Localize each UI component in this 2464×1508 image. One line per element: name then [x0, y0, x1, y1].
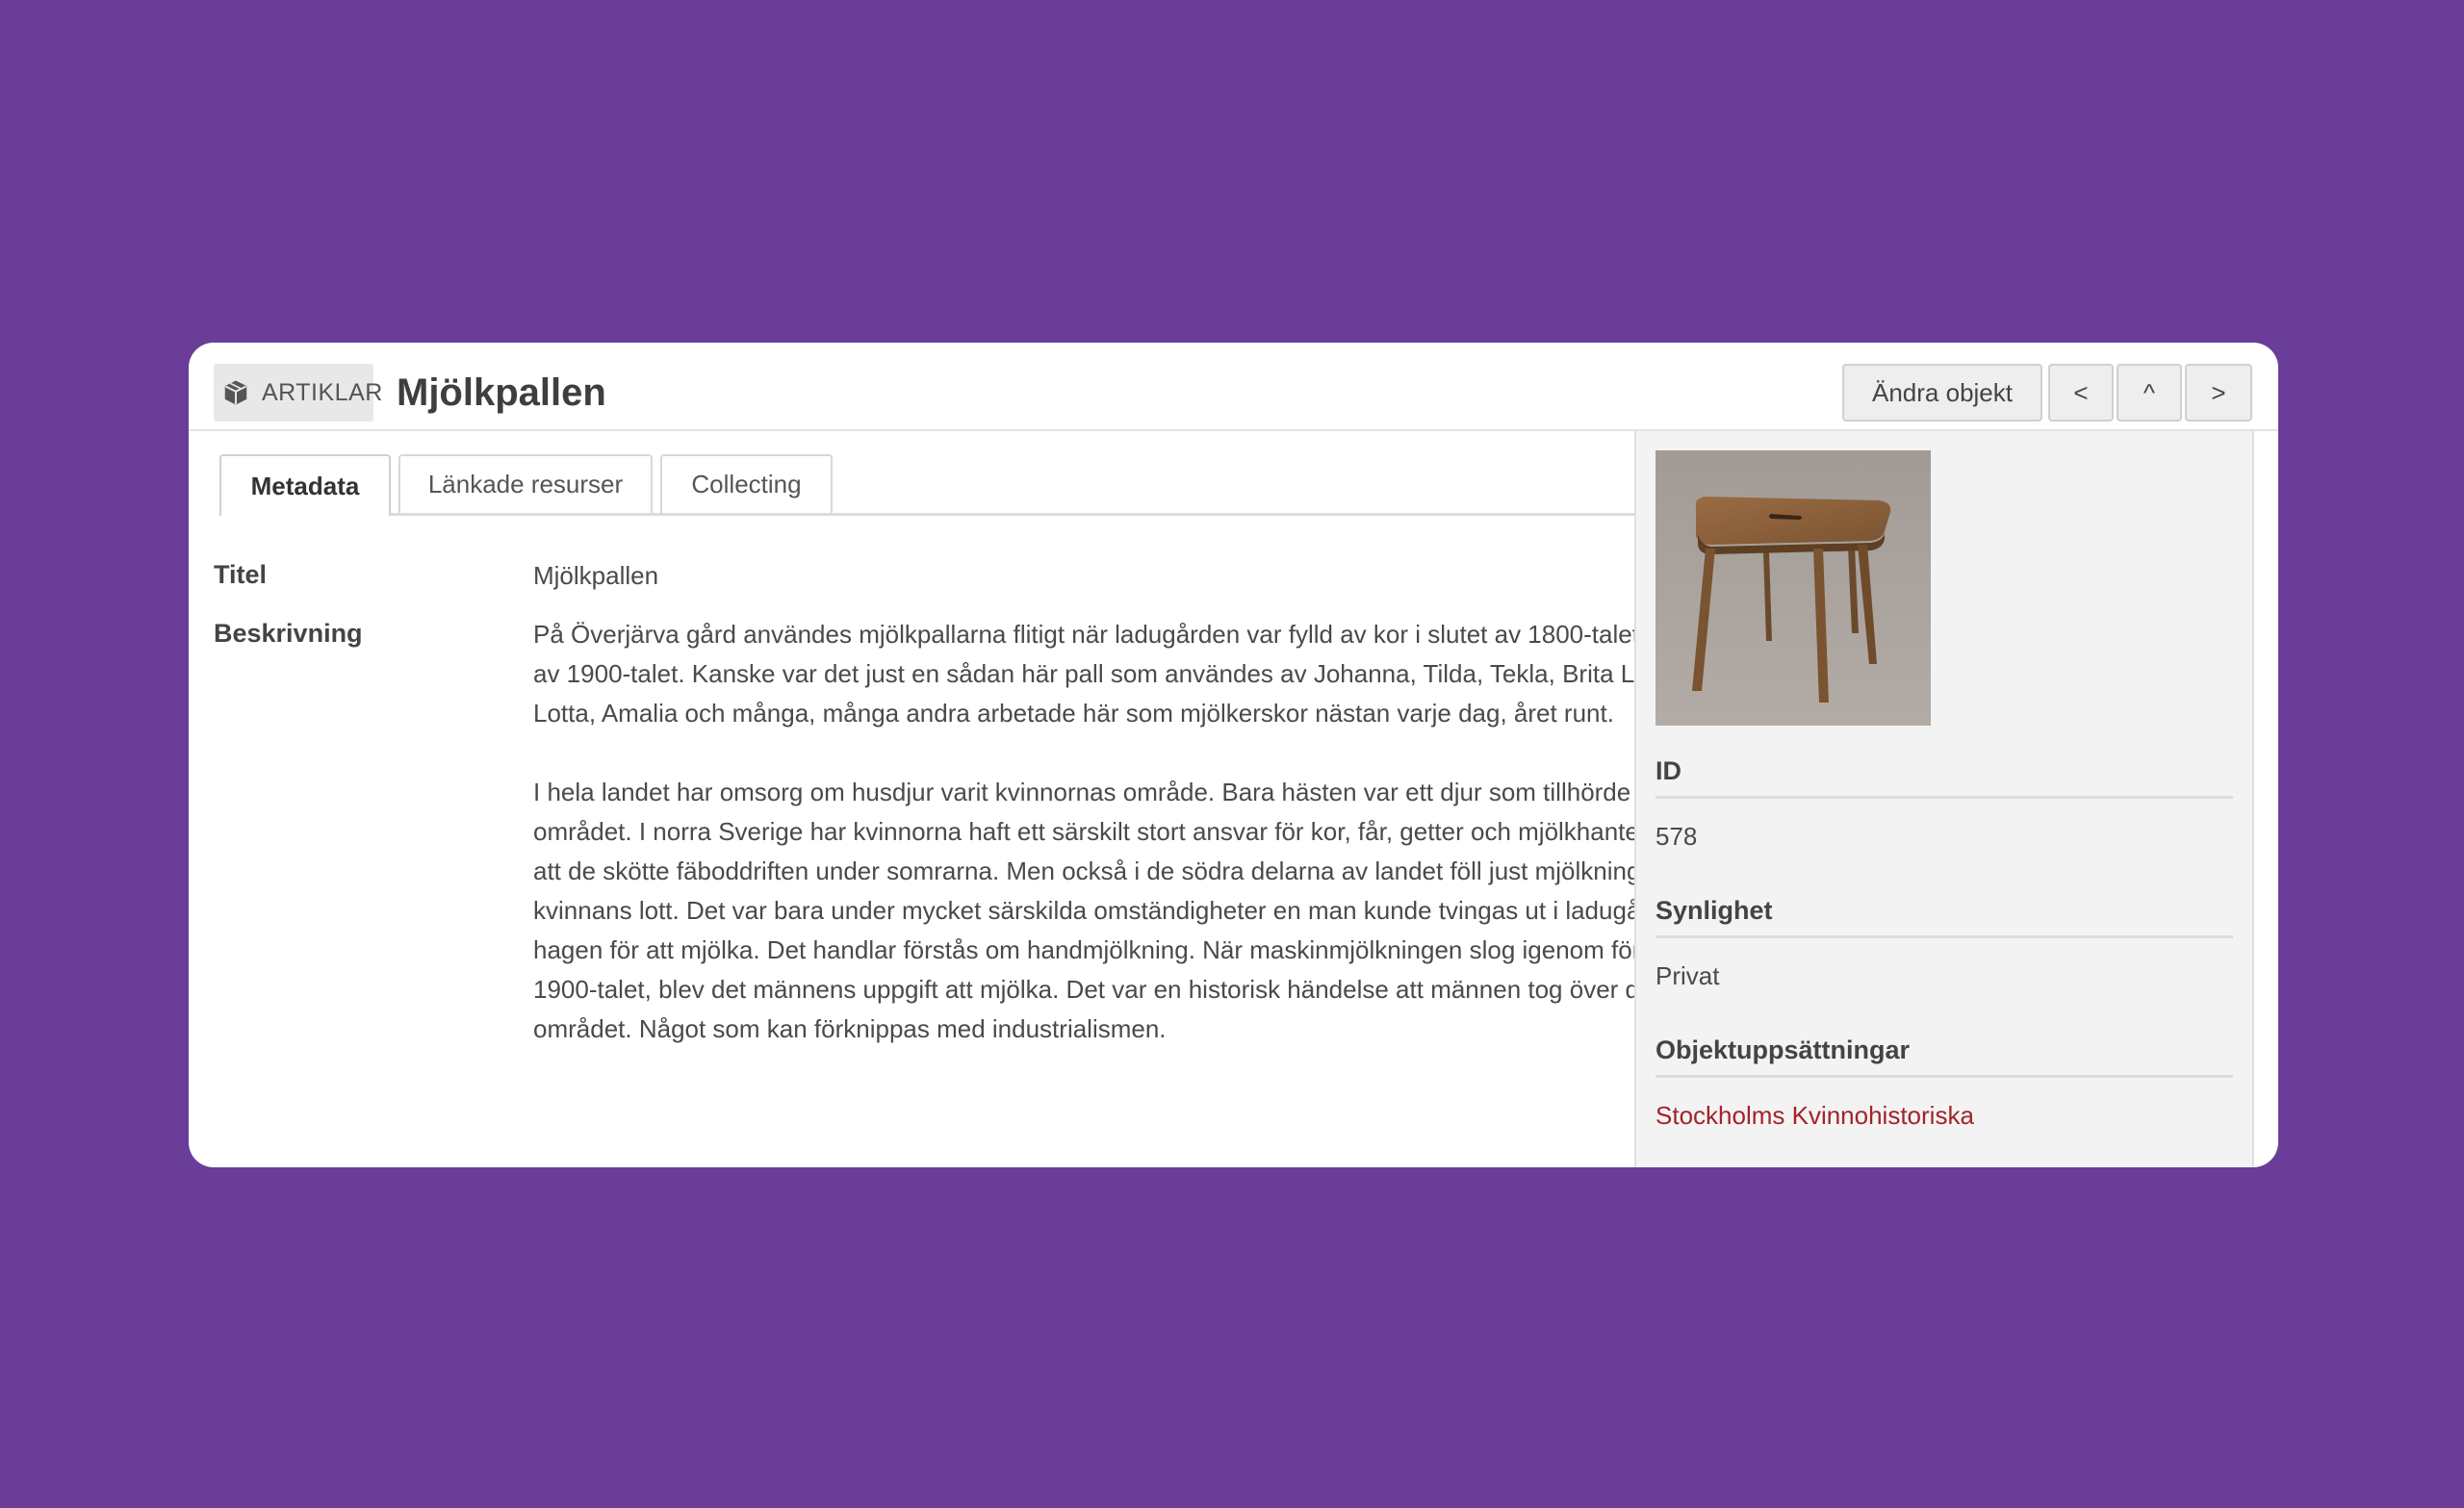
object-sidebar: ID 578 Synlighet Privat Objektuppsättnin…: [1634, 431, 2254, 1167]
object-header: ARTIKLAR Mjölkpallen Ändra objekt < ^ >: [189, 343, 2278, 431]
page-title: Mjölkpallen: [397, 371, 606, 414]
tab-linked-resources[interactable]: Länkade resurser: [398, 454, 653, 513]
tab-bar: Metadata Länkade resurser Collecting: [219, 454, 1798, 516]
edit-object-button[interactable]: Ändra objekt: [1842, 364, 2042, 422]
resource-type-label: ARTIKLAR: [262, 378, 383, 406]
description-field-value: På Överjärva gård användes mjölkpallarna…: [533, 615, 1784, 1049]
visibility-label: Synlighet: [1656, 896, 2233, 938]
title-field-value: Mjölkpallen: [533, 561, 659, 590]
visibility-value: Privat: [1656, 961, 1720, 990]
description-paragraph: I hela landet har omsorg om husdjur vari…: [533, 778, 1782, 1043]
object-set-link[interactable]: Stockholms Kvinnohistoriska: [1656, 1101, 1974, 1131]
id-value: 578: [1656, 822, 1698, 851]
box-icon: [221, 378, 250, 407]
object-card: ARTIKLAR Mjölkpallen Ändra objekt < ^ > …: [189, 343, 2278, 1167]
id-label: ID: [1656, 756, 2233, 799]
description-field-label: Beskrivning: [214, 619, 363, 648]
object-sets-label: Objektuppsättningar: [1656, 1035, 2233, 1078]
object-thumbnail[interactable]: [1656, 450, 1931, 726]
tab-metadata[interactable]: Metadata: [219, 454, 391, 516]
next-item-button[interactable]: >: [2185, 364, 2252, 422]
stool-image: [1656, 450, 1931, 726]
title-field-label: Titel: [214, 560, 268, 589]
up-to-list-button[interactable]: ^: [2117, 364, 2182, 422]
description-paragraph: På Överjärva gård användes mjölkpallarna…: [533, 620, 1779, 728]
previous-item-button[interactable]: <: [2048, 364, 2114, 422]
tab-collecting[interactable]: Collecting: [660, 454, 833, 513]
resource-type-badge: ARTIKLAR: [214, 364, 382, 422]
